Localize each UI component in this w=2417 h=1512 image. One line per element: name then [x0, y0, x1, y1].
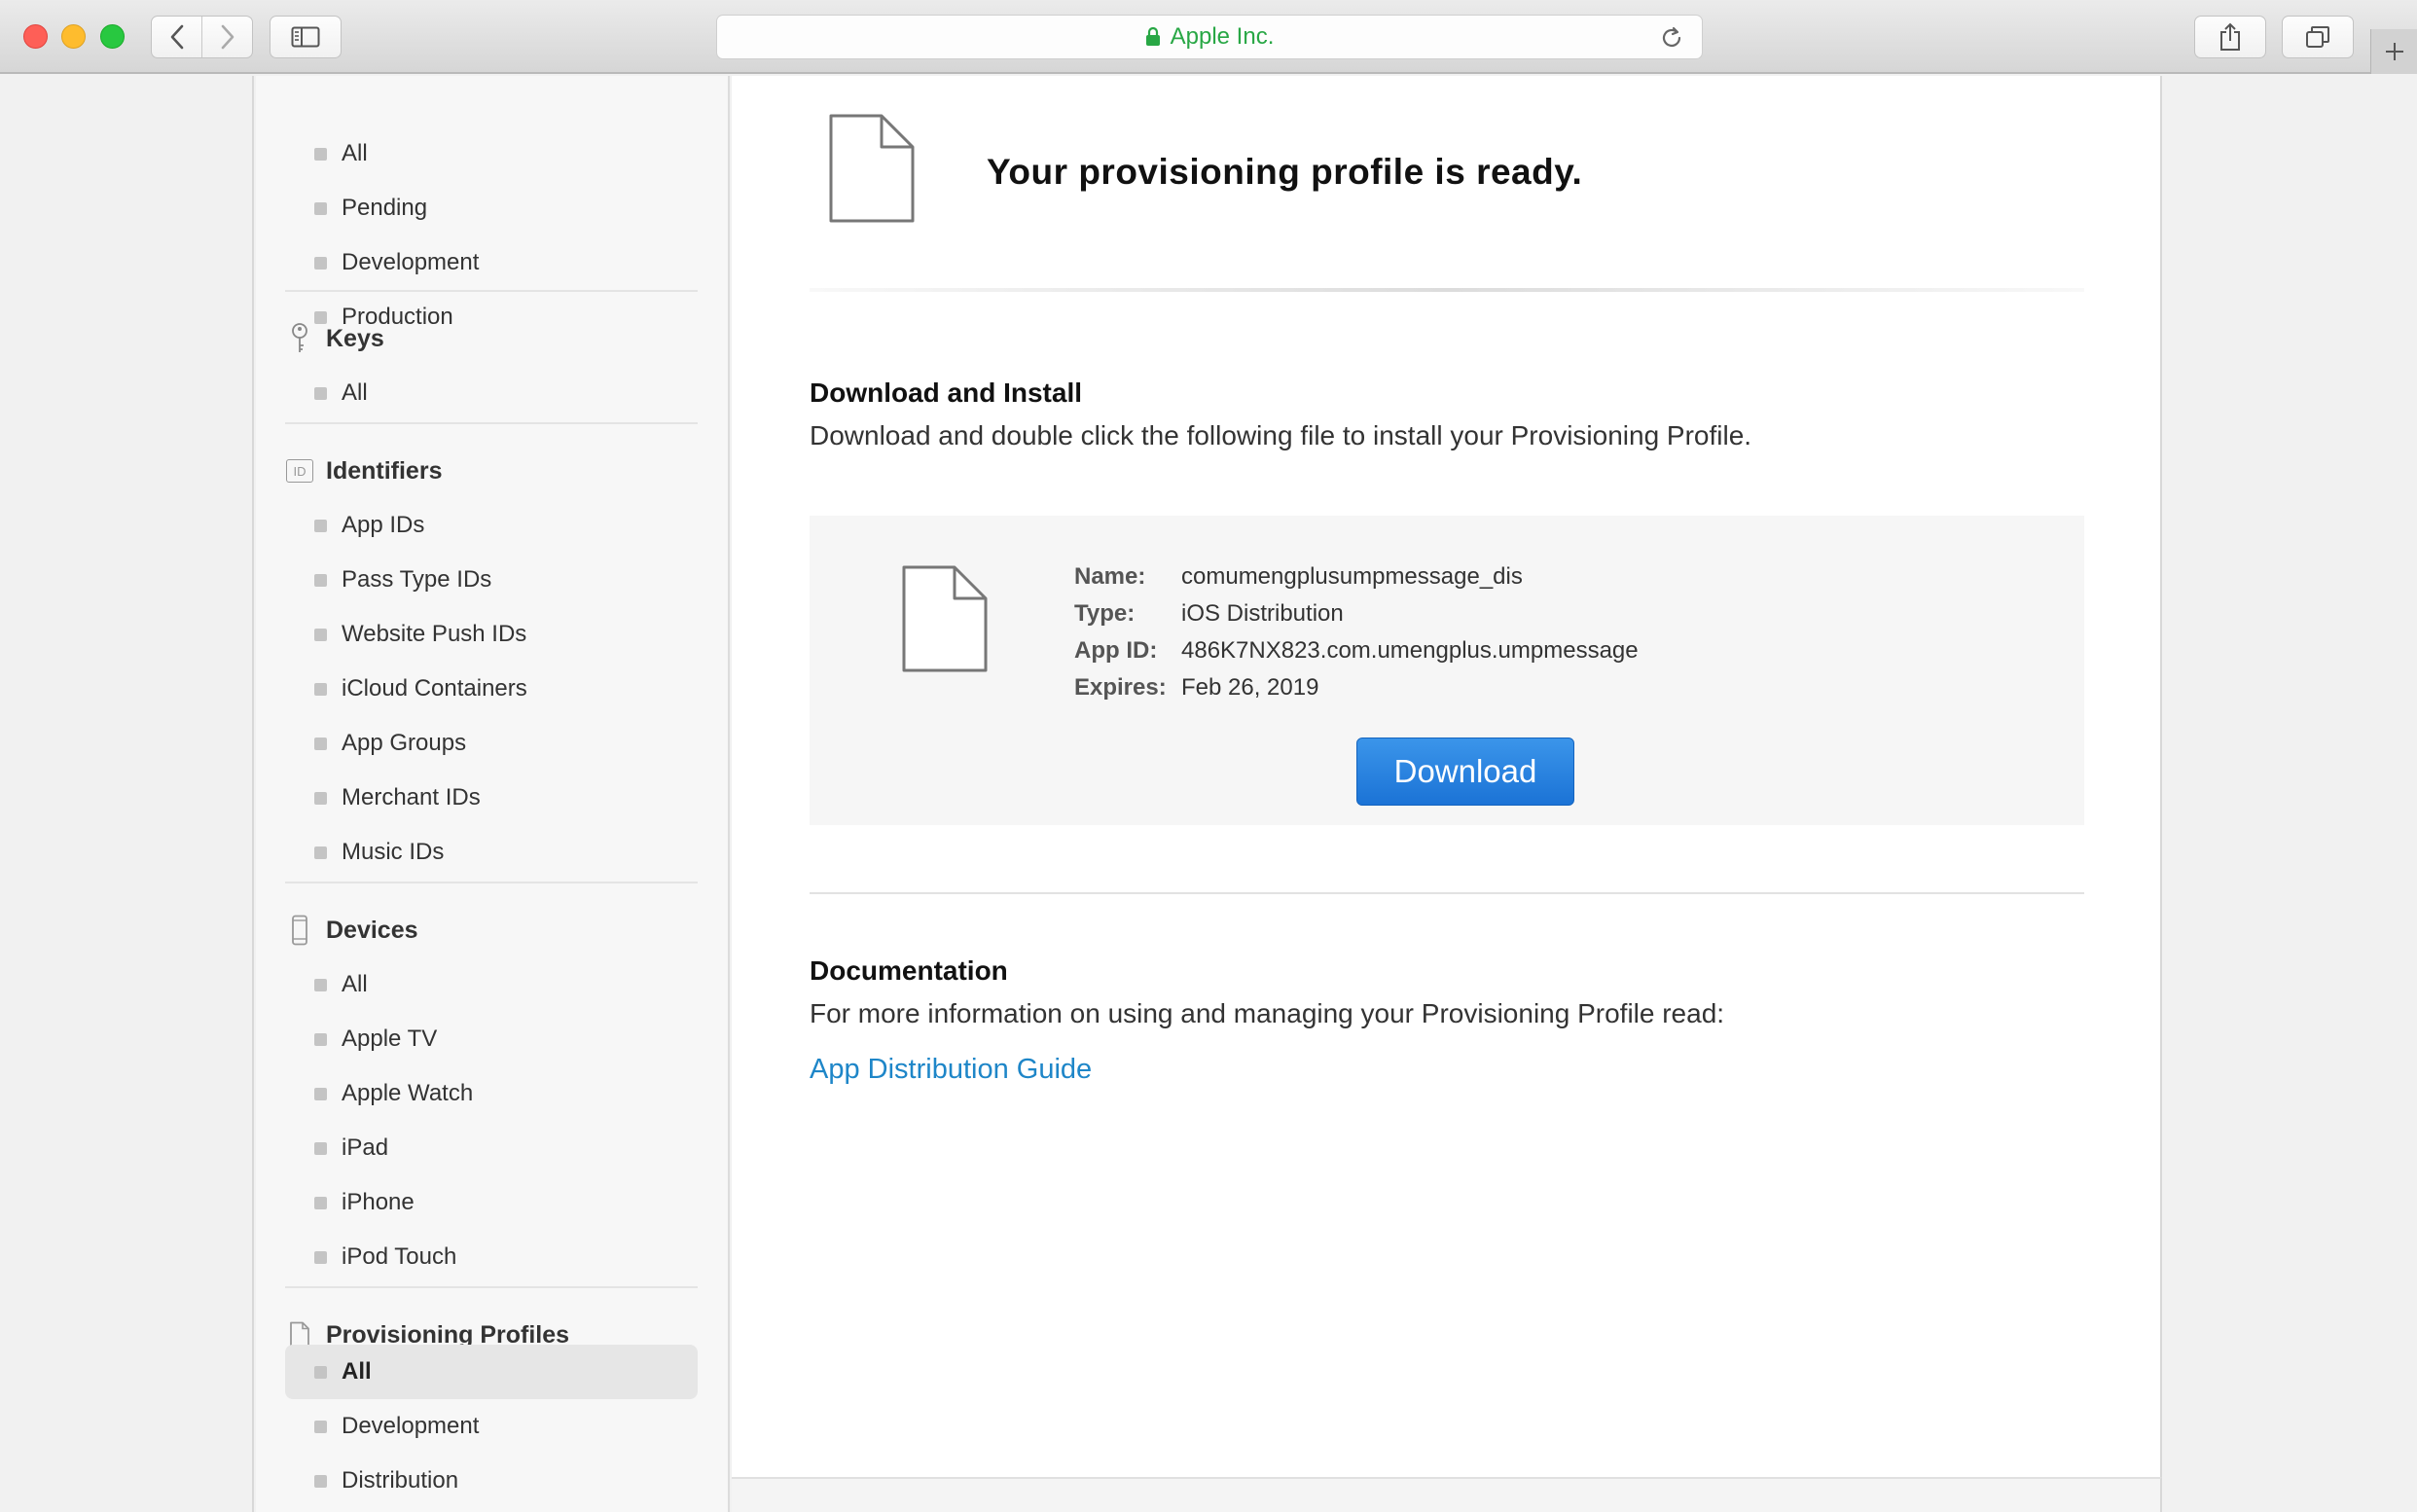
sidebar-item-profiles-distribution[interactable]: Distribution — [314, 1461, 458, 1500]
title-divider — [810, 288, 2084, 292]
sidebar-divider — [285, 422, 698, 424]
sidebar-icon — [291, 26, 320, 48]
share-button[interactable] — [2194, 16, 2266, 58]
reload-icon[interactable] — [1659, 25, 1684, 51]
sidebar-item-pass-type-ids[interactable]: Pass Type IDs — [314, 560, 491, 599]
page-right-gutter — [2164, 76, 2417, 1512]
chevron-right-icon — [221, 24, 234, 50]
sidebar-item-ipod-touch[interactable]: iPod Touch — [314, 1238, 456, 1277]
sidebar-item-certificates-pending[interactable]: Pending — [314, 189, 427, 228]
sidebar: All Pending Development Production Keys … — [256, 76, 730, 1512]
profile-expires-label: Expires: — [1074, 674, 1167, 701]
show-tabs-button[interactable] — [2282, 16, 2354, 58]
documentation-section-title: Documentation — [810, 955, 1008, 986]
profile-type-value: iOS Distribution — [1181, 600, 1344, 627]
main-content: Your provisioning profile is ready. Down… — [732, 76, 2162, 1477]
sidebar-item-ipad[interactable]: iPad — [314, 1129, 388, 1168]
sidebar-divider — [285, 882, 698, 883]
download-section-description: Download and double click the following … — [810, 420, 1752, 450]
sidebar-item-keys-all[interactable]: All — [314, 374, 368, 413]
documentation-section-description: For more information on using and managi… — [810, 998, 1725, 1028]
plus-icon — [2385, 43, 2403, 60]
profile-name-label: Name: — [1074, 563, 1146, 590]
sidebar-item-apple-watch[interactable]: Apple Watch — [314, 1074, 473, 1113]
sidebar-section-identifiers[interactable]: ID Identifiers — [285, 451, 442, 490]
back-button[interactable] — [152, 17, 201, 57]
profile-appid-label: App ID: — [1074, 637, 1158, 664]
profile-file-icon — [829, 114, 915, 223]
sidebar-item-certificates-all[interactable]: All — [314, 134, 368, 173]
sidebar-item-app-ids[interactable]: App IDs — [314, 506, 424, 545]
close-window-button[interactable] — [23, 24, 48, 49]
key-icon — [292, 323, 307, 352]
sidebar-section-keys[interactable]: Keys — [285, 319, 384, 358]
sidebar-divider — [285, 290, 698, 292]
profile-name-row: Name: comumengplusumpmessage_dis — [1074, 559, 1523, 594]
sidebar-divider — [285, 1286, 698, 1288]
profile-type-row: Type: iOS Distribution — [1074, 596, 1344, 631]
share-icon — [2220, 22, 2240, 51]
id-badge-icon: ID — [286, 459, 313, 483]
sidebar-item-icloud-containers[interactable]: iCloud Containers — [314, 669, 527, 708]
main-footer-strip — [732, 1477, 2162, 1512]
phone-device-icon — [292, 915, 307, 946]
document-icon — [902, 565, 988, 672]
sidebar-item-apple-tv[interactable]: Apple TV — [314, 1020, 437, 1059]
address-text: Apple Inc. — [1170, 23, 1275, 50]
profile-appid-value: 486K7NX823.com.umengplus.umpmessage — [1181, 637, 1639, 664]
sidebar-item-app-groups[interactable]: App Groups — [314, 724, 466, 763]
lock-icon — [1145, 27, 1160, 46]
sidebar-item-profiles-all[interactable]: All — [314, 1352, 372, 1391]
sidebar-item-devices-all[interactable]: All — [314, 965, 368, 1004]
download-button[interactable]: Download — [1356, 738, 1574, 806]
page-title: Your provisioning profile is ready. — [987, 152, 1583, 192]
app-distribution-guide-link[interactable]: App Distribution Guide — [810, 1054, 1092, 1086]
sidebar-section-devices[interactable]: Devices — [285, 911, 418, 950]
profile-expires-row: Expires: Feb 26, 2019 — [1074, 670, 1318, 705]
forward-button[interactable] — [202, 17, 252, 57]
chevron-left-icon — [170, 24, 183, 50]
profile-expires-value: Feb 26, 2019 — [1181, 674, 1319, 701]
sidebar-item-music-ids[interactable]: Music IDs — [314, 833, 444, 872]
sidebar-item-website-push-ids[interactable]: Website Push IDs — [314, 615, 526, 654]
page-left-gutter — [0, 76, 254, 1512]
address-bar[interactable]: Apple Inc. — [716, 15, 1703, 59]
sidebar-toggle-button[interactable] — [270, 16, 342, 58]
minimize-window-button[interactable] — [61, 24, 86, 49]
new-tab-button[interactable] — [2370, 29, 2417, 74]
profile-name-value: comumengplusumpmessage_dis — [1181, 563, 1523, 590]
sidebar-item-certificates-development[interactable]: Development — [314, 243, 479, 282]
tabs-overview-icon — [2306, 26, 2329, 48]
download-section-title: Download and Install — [810, 378, 1083, 408]
zoom-window-button[interactable] — [100, 24, 125, 49]
sidebar-item-iphone[interactable]: iPhone — [314, 1183, 415, 1222]
back-forward-group — [151, 16, 253, 58]
browser-toolbar: Apple Inc. — [0, 0, 2417, 74]
section-divider — [810, 892, 2084, 894]
sidebar-item-merchant-ids[interactable]: Merchant IDs — [314, 778, 481, 817]
sidebar-item-profiles-development[interactable]: Development — [314, 1407, 479, 1446]
profile-appid-row: App ID: 486K7NX823.com.umengplus.umpmess… — [1074, 633, 1639, 668]
profile-details-box: Name: comumengplusumpmessage_dis Type: i… — [810, 516, 2084, 825]
profile-type-label: Type: — [1074, 600, 1136, 627]
